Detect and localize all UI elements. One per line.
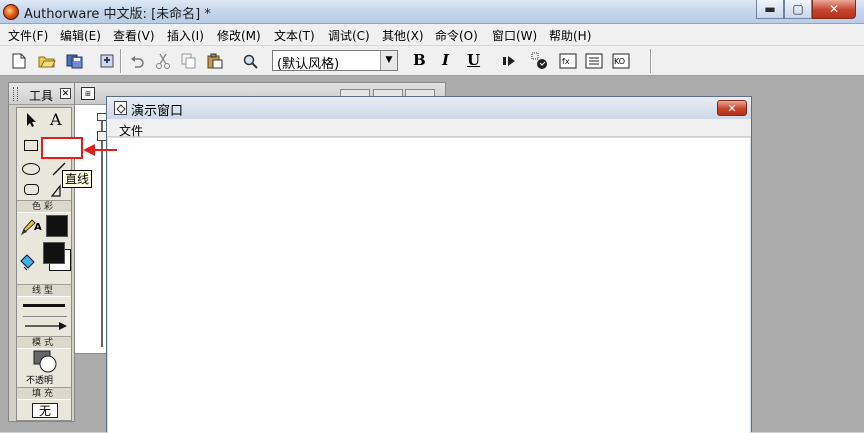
knowledge-objects-icon[interactable]: KO xyxy=(612,52,630,70)
menu-other[interactable]: 其他(X) xyxy=(382,27,424,44)
tools-palette: 工具 ✕ A 色彩 A 线型 模式 不透明 填充 无 xyxy=(8,82,75,422)
foreground-color-swatch[interactable] xyxy=(43,242,65,264)
menu-help[interactable]: 帮助(H) xyxy=(549,27,591,44)
text-tool-icon[interactable]: A xyxy=(50,110,62,129)
fill-value-box[interactable]: 无 xyxy=(32,403,58,418)
menu-insert[interactable]: 插入(I) xyxy=(167,27,204,44)
mode-value: 不透明 xyxy=(26,376,54,386)
menu-edit[interactable]: 编辑(E) xyxy=(60,27,101,44)
fill-bucket-icon[interactable] xyxy=(19,253,37,271)
underline-button[interactable]: U xyxy=(467,51,480,69)
presentation-window[interactable]: 演示窗口 ✕ 文件 xyxy=(106,96,752,433)
arrow-line-style-icon[interactable] xyxy=(23,320,69,332)
presentation-menu-file[interactable]: 文件 xyxy=(119,122,143,139)
presentation-window-icon xyxy=(114,101,127,115)
line-weight-sample[interactable] xyxy=(23,304,65,307)
open-folder-icon[interactable] xyxy=(38,52,56,70)
rounded-rectangle-tool-icon[interactable] xyxy=(24,184,39,195)
save-all-icon[interactable] xyxy=(66,52,84,70)
window-title: Authorware 中文版: [未命名] * xyxy=(24,7,211,22)
pointer-tool-icon[interactable] xyxy=(23,112,39,128)
chevron-down-icon[interactable]: ▼ xyxy=(380,51,397,70)
menu-view[interactable]: 查看(V) xyxy=(113,27,155,44)
fill-section-label: 填充 xyxy=(17,387,71,400)
toolbar-separator xyxy=(650,49,652,73)
mode-section-label: 模式 xyxy=(17,336,71,349)
toolbar-separator xyxy=(120,49,122,73)
control-panel-icon[interactable] xyxy=(531,52,549,70)
pointer-arrow-icon xyxy=(83,144,117,156)
bold-button[interactable]: B xyxy=(413,51,426,69)
color-section-label: 色彩 xyxy=(17,200,71,213)
text-style-value: (默认风格) xyxy=(277,57,340,72)
italic-button[interactable]: I xyxy=(442,51,449,69)
copy-icon[interactable] xyxy=(180,52,198,70)
authorware-app-icon[interactable] xyxy=(3,4,19,20)
presentation-menubar xyxy=(107,119,751,137)
line-divider xyxy=(23,316,67,317)
undo-icon[interactable] xyxy=(128,52,146,70)
design-window-icon: ⊞ xyxy=(81,87,95,100)
menu-modify[interactable]: 修改(M) xyxy=(217,27,261,44)
paste-icon[interactable] xyxy=(206,52,224,70)
menu-file[interactable]: 文件(F) xyxy=(8,27,48,44)
cut-icon[interactable] xyxy=(154,52,172,70)
functions-icon[interactable]: fx xyxy=(559,52,577,70)
tools-palette-title: 工具 xyxy=(29,89,54,103)
line-tool-highlight xyxy=(41,137,83,159)
svg-text:fx: fx xyxy=(562,57,570,66)
text-color-label: A xyxy=(34,222,42,233)
menu-text[interactable]: 文本(T) xyxy=(274,27,315,44)
menu-debug[interactable]: 调试(C) xyxy=(328,27,370,44)
grip-icon[interactable] xyxy=(13,87,18,101)
close-button[interactable]: ✕ xyxy=(812,0,856,19)
menu-window[interactable]: 窗口(W) xyxy=(492,27,537,44)
line-color-swatch[interactable] xyxy=(46,215,68,237)
text-style-select[interactable]: (默认风格) ▼ xyxy=(272,50,398,72)
tools-close-icon[interactable]: ✕ xyxy=(60,88,71,99)
rectangle-tool-icon[interactable] xyxy=(24,140,38,151)
new-file-icon[interactable] xyxy=(10,52,28,70)
maximize-button[interactable]: ▢ xyxy=(784,0,812,19)
presentation-window-title: 演示窗口 xyxy=(131,104,184,119)
minimize-button[interactable]: ▬ xyxy=(756,0,784,19)
variables-icon[interactable] xyxy=(585,52,603,70)
restart-icon[interactable] xyxy=(500,52,518,70)
ellipse-tool-icon[interactable] xyxy=(22,163,40,175)
opaque-mode-icon[interactable] xyxy=(33,350,59,374)
presentation-titlebar[interactable] xyxy=(107,97,751,119)
presentation-canvas[interactable] xyxy=(108,138,750,433)
svg-text:KO: KO xyxy=(614,57,625,66)
line-section-label: 线型 xyxy=(17,284,71,297)
find-icon[interactable] xyxy=(242,52,260,70)
presentation-close-button[interactable]: ✕ xyxy=(717,100,747,116)
tooltip: 直线 xyxy=(62,170,92,188)
import-icon[interactable] xyxy=(98,52,116,70)
menu-commands[interactable]: 命令(O) xyxy=(435,27,478,44)
